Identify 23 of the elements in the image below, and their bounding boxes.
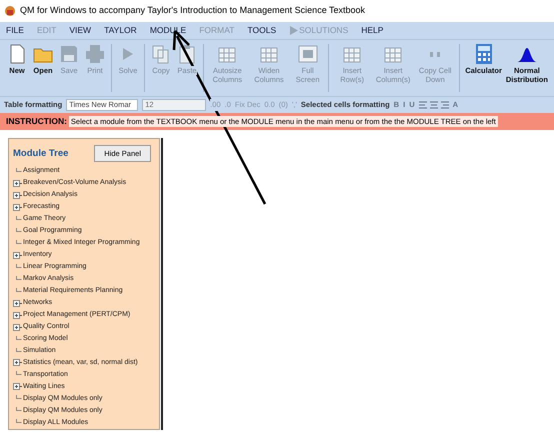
window-title: QM for Windows to accompany Taylor's Introduction to Management Science Textbook — [20, 4, 366, 18]
app-icon — [4, 5, 16, 17]
expand-icon[interactable] — [13, 383, 22, 390]
menu-item[interactable]: TAYLOR — [102, 24, 139, 37]
menu-item[interactable]: HELP — [359, 24, 386, 37]
expand-icon[interactable] — [13, 252, 22, 259]
menu-item[interactable]: MODULE — [148, 24, 188, 37]
expand-icon[interactable] — [13, 192, 22, 199]
menu-item[interactable]: VIEW — [67, 24, 94, 37]
panel-title: Module Tree — [13, 146, 68, 160]
expand-icon[interactable] — [13, 324, 22, 331]
play-icon — [289, 26, 298, 35]
expand-icon[interactable] — [13, 359, 22, 366]
quote-marks-icon — [430, 52, 440, 56]
expand-icon[interactable] — [13, 312, 22, 319]
expand-icon[interactable] — [13, 204, 22, 211]
expand-icon[interactable] — [13, 300, 22, 307]
instruction-label: INSTRUCTION: — [6, 115, 67, 128]
screen-icon — [296, 43, 319, 65]
align-icons[interactable] — [418, 100, 449, 110]
menu-item[interactable]: FILE — [4, 24, 26, 37]
menu-item[interactable]: TOOLS — [245, 24, 278, 37]
expand-icon[interactable] — [13, 180, 22, 187]
